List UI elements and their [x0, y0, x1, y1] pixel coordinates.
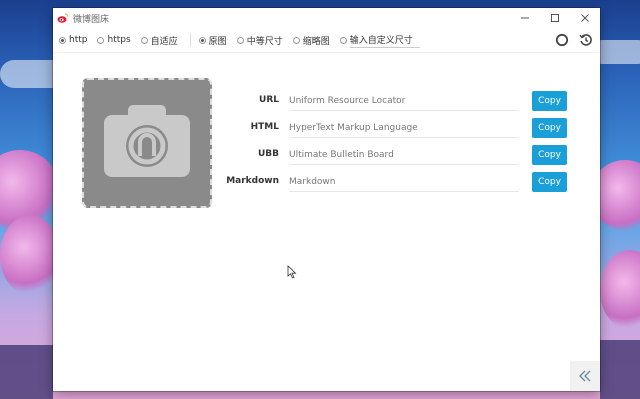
weibo-logo-icon [57, 12, 69, 24]
custom-size-input[interactable]: 输入自定义尺寸 [349, 33, 420, 48]
radio-dot [140, 36, 148, 44]
history-icon[interactable] [578, 32, 594, 48]
markdown-field[interactable]: Markdown [289, 173, 519, 192]
app-window: 微博图床 http https 自适应 原图 中等尺寸 缩略图 输入自定义尺寸 [53, 8, 600, 391]
radio-label: 原图 [208, 36, 227, 47]
radio-original-size[interactable]: 原图 [198, 34, 227, 47]
radio-label: http [69, 35, 88, 45]
maximize-button[interactable] [540, 8, 570, 28]
toolbar: http https 自适应 原图 中等尺寸 缩略图 输入自定义尺寸 [53, 28, 600, 53]
maximize-icon [551, 14, 559, 22]
radio-label: https [107, 35, 131, 45]
background-building [600, 340, 640, 399]
background-building [0, 345, 53, 399]
link-label: URL [259, 95, 279, 105]
background-blossom [0, 215, 60, 295]
copy-ubb-button[interactable]: Copy [532, 145, 567, 165]
radio-custom-size[interactable]: 输入自定义尺寸 [339, 33, 420, 48]
collapse-button[interactable] [570, 361, 600, 391]
window-title: 微博图床 [73, 14, 110, 25]
radio-label: 中等尺寸 [246, 36, 283, 47]
image-preview-dropzone[interactable] [82, 78, 212, 208]
radio-https[interactable]: https [97, 35, 131, 45]
radio-dot [292, 36, 300, 44]
camera-icon [104, 105, 190, 177]
radio-medium-size[interactable]: 中等尺寸 [236, 34, 283, 47]
radio-dot [236, 36, 244, 44]
copy-html-button[interactable]: Copy [532, 118, 567, 138]
toolbar-divider [189, 33, 191, 47]
mouse-cursor-icon [287, 265, 297, 279]
link-row-html: HTML HyperText Markup Language Copy [223, 117, 569, 139]
minimize-icon [521, 17, 529, 19]
radio-dot [339, 36, 347, 44]
copy-markdown-button[interactable]: Copy [532, 172, 567, 192]
link-label: Markdown [226, 176, 279, 186]
url-field[interactable]: Uniform Resource Locator [289, 92, 519, 111]
radio-dot [198, 36, 206, 44]
title-bar[interactable]: 微博图床 [53, 8, 600, 28]
radio-label: 自适应 [150, 36, 178, 47]
link-row-markdown: Markdown Markdown Copy [223, 171, 569, 193]
circle-icon[interactable] [554, 32, 570, 48]
radio-thumbnail[interactable]: 缩略图 [292, 34, 330, 47]
double-chevron-left-icon [579, 370, 591, 382]
radio-http[interactable]: http [59, 35, 87, 45]
link-row-ubb: UBB Ultimate Bulletin Board Copy [223, 144, 569, 166]
copy-url-button[interactable]: Copy [532, 91, 567, 111]
radio-label: 缩略图 [302, 36, 330, 47]
radio-dot [59, 36, 66, 44]
close-icon [581, 14, 589, 22]
link-label: UBB [257, 149, 279, 159]
link-row-url: URL Uniform Resource Locator Copy [223, 90, 569, 112]
html-field[interactable]: HyperText Markup Language [289, 119, 519, 138]
background-blossom [600, 250, 640, 330]
ubb-field[interactable]: Ultimate Bulletin Board [289, 146, 519, 165]
radio-adaptive[interactable]: 自适应 [140, 34, 178, 47]
radio-dot [97, 36, 105, 44]
link-label: HTML [250, 122, 279, 132]
close-button[interactable] [570, 8, 600, 28]
minimize-button[interactable] [510, 8, 540, 28]
